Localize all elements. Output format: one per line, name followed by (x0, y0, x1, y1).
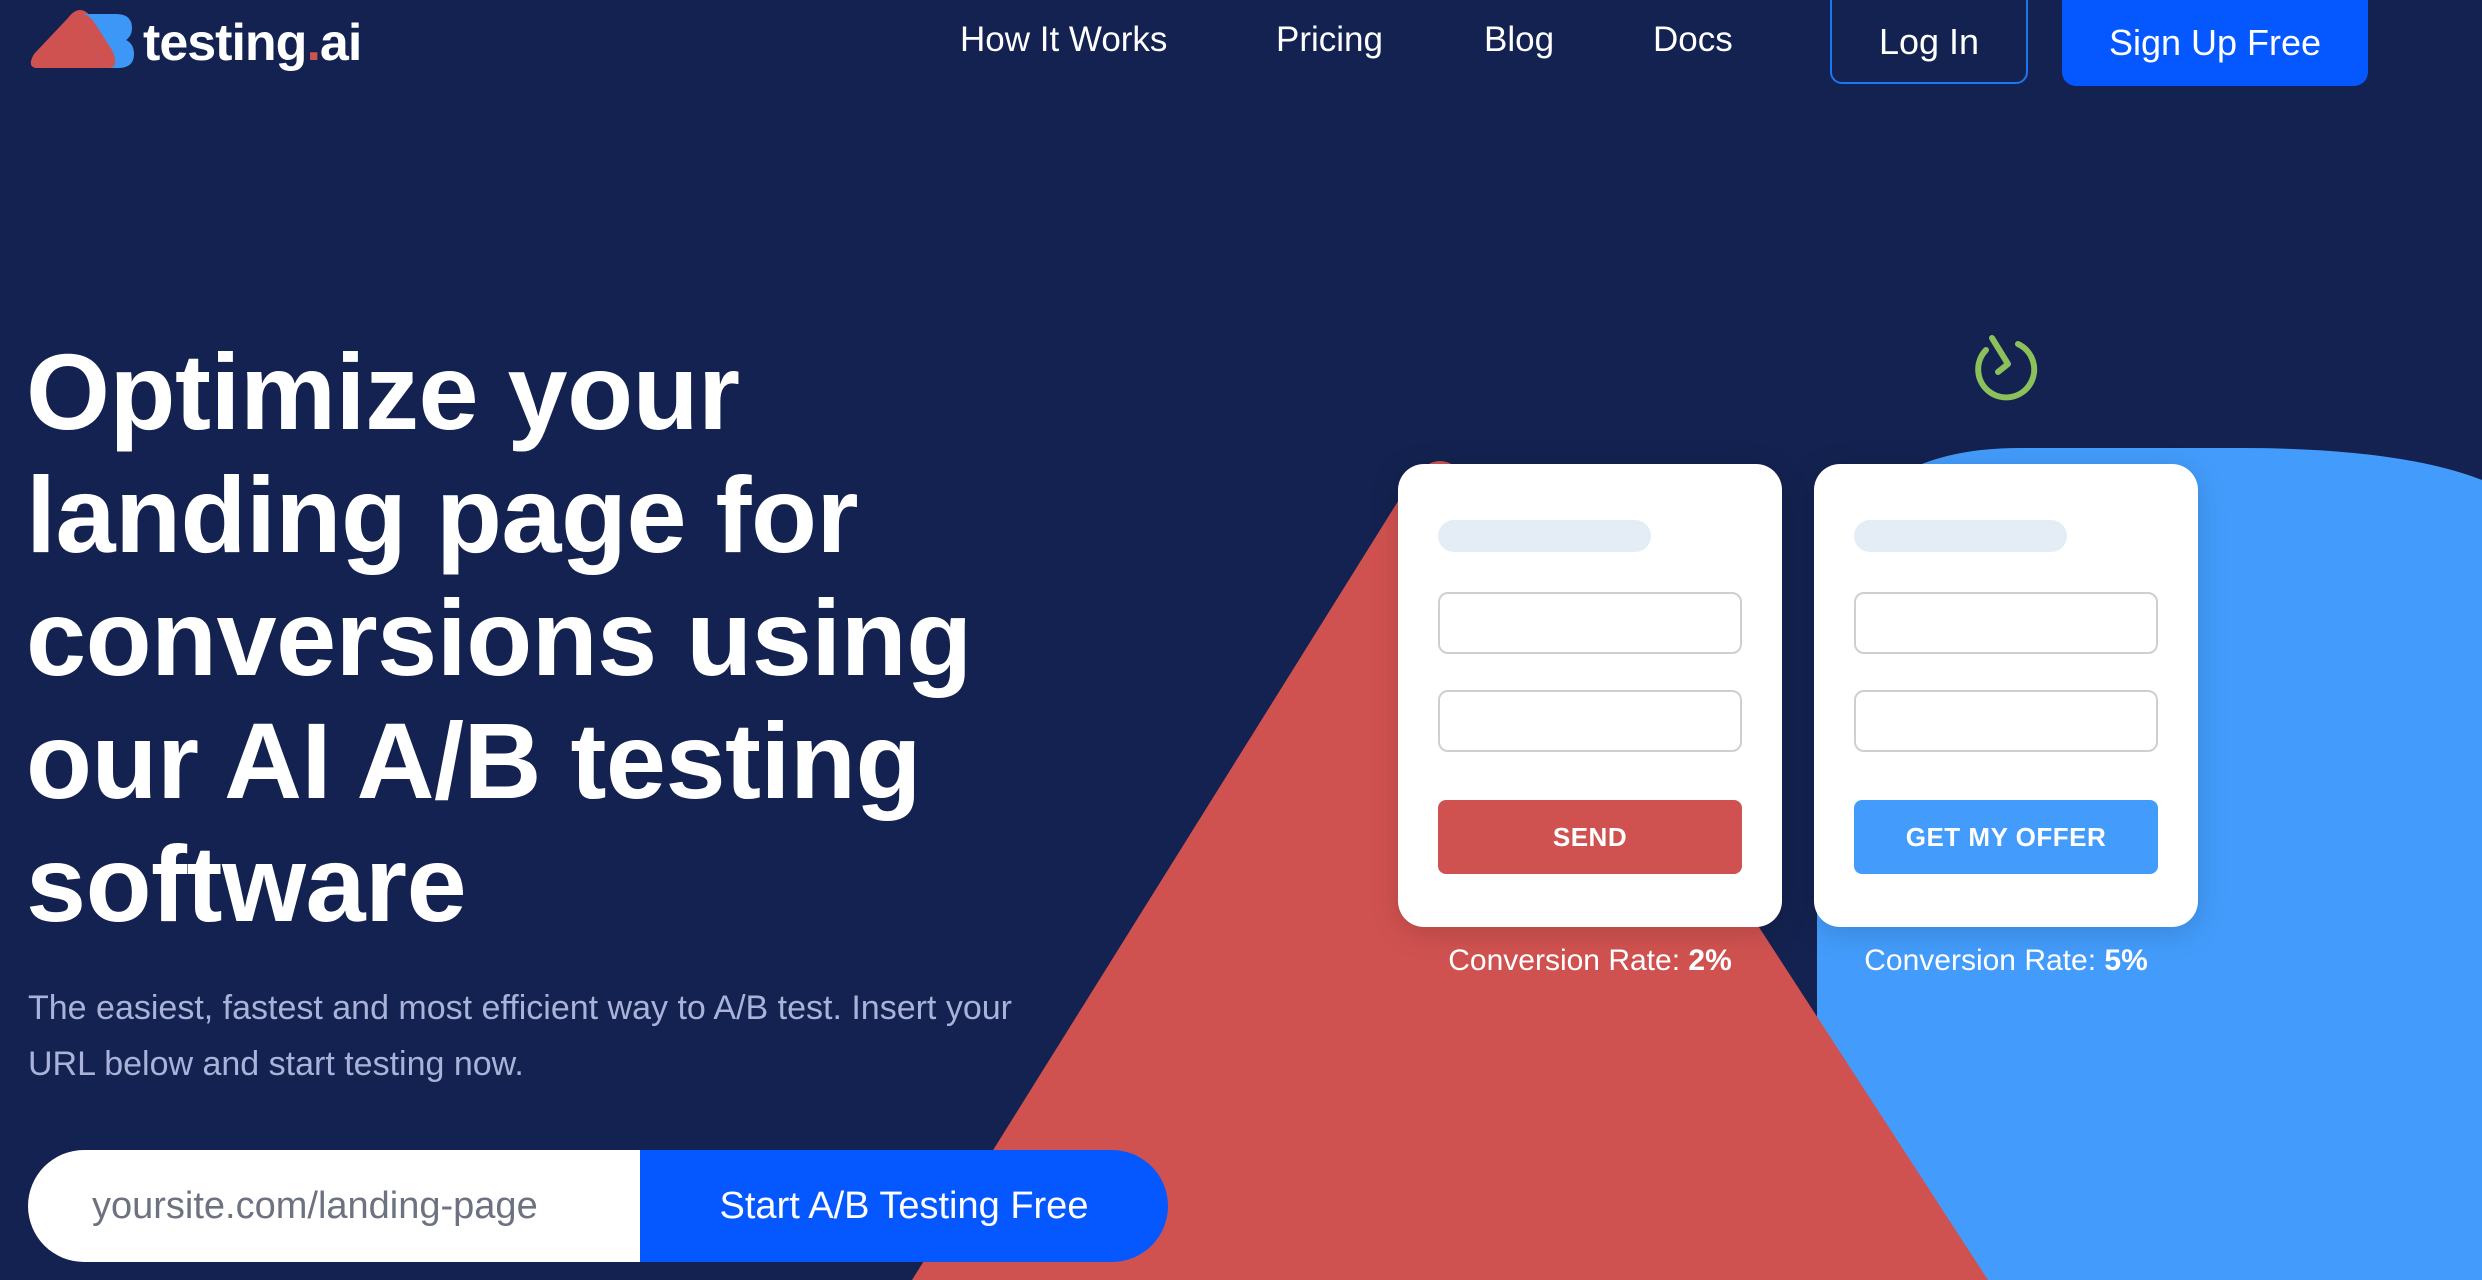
timer-icon (1975, 335, 2038, 401)
variant-a-card: SEND (1398, 464, 1782, 927)
variant-b-field-2 (1854, 690, 2158, 752)
nav-pricing[interactable]: Pricing (1276, 18, 1383, 62)
variant-b-card: GET MY OFFER (1814, 464, 2198, 927)
variant-b-offer-button: GET MY OFFER (1854, 800, 2158, 874)
variant-a-title-placeholder (1438, 520, 1651, 552)
variant-a-rate-value: 2% (1688, 944, 1732, 977)
nav-blog[interactable]: Blog (1484, 18, 1554, 62)
variant-a-rate-label: Conversion Rate: (1448, 944, 1681, 977)
start-testing-button[interactable]: Start A/B Testing Free (640, 1150, 1168, 1262)
brand-name-main: testing (143, 14, 307, 72)
signup-button[interactable]: Sign Up Free (2062, 0, 2368, 86)
login-button[interactable]: Log In (1830, 0, 2028, 84)
hero-headline: Optimize your landing page for conversio… (26, 331, 972, 944)
variant-b-field-1 (1854, 592, 2158, 654)
nav-docs[interactable]: Docs (1653, 18, 1733, 62)
brand-name: testing.ai (143, 8, 362, 78)
variant-b-rate-label: Conversion Rate: (1864, 944, 2097, 977)
variant-b-title-placeholder (1854, 520, 2067, 552)
logo[interactable]: testing.ai (28, 8, 362, 72)
variant-a-field-2 (1438, 690, 1742, 752)
hero-subtext: The easiest, fastest and most efficient … (28, 989, 1012, 1083)
variant-b-rate-value: 5% (2104, 944, 2148, 977)
url-form: Start A/B Testing Free (28, 1150, 1168, 1262)
nav-how-it-works[interactable]: How It Works (960, 18, 1167, 62)
variant-b-conversion-rate: Conversion Rate: 5% (1814, 944, 2198, 978)
variant-a-send-button: SEND (1438, 800, 1742, 874)
brand-name-suffix: ai (319, 14, 362, 72)
brand-name-dot: . (306, 14, 320, 72)
url-input[interactable] (28, 1150, 640, 1262)
variant-a-field-1 (1438, 592, 1742, 654)
ab-logo-icon (30, 10, 134, 68)
variant-a-conversion-rate: Conversion Rate: 2% (1398, 944, 1782, 978)
